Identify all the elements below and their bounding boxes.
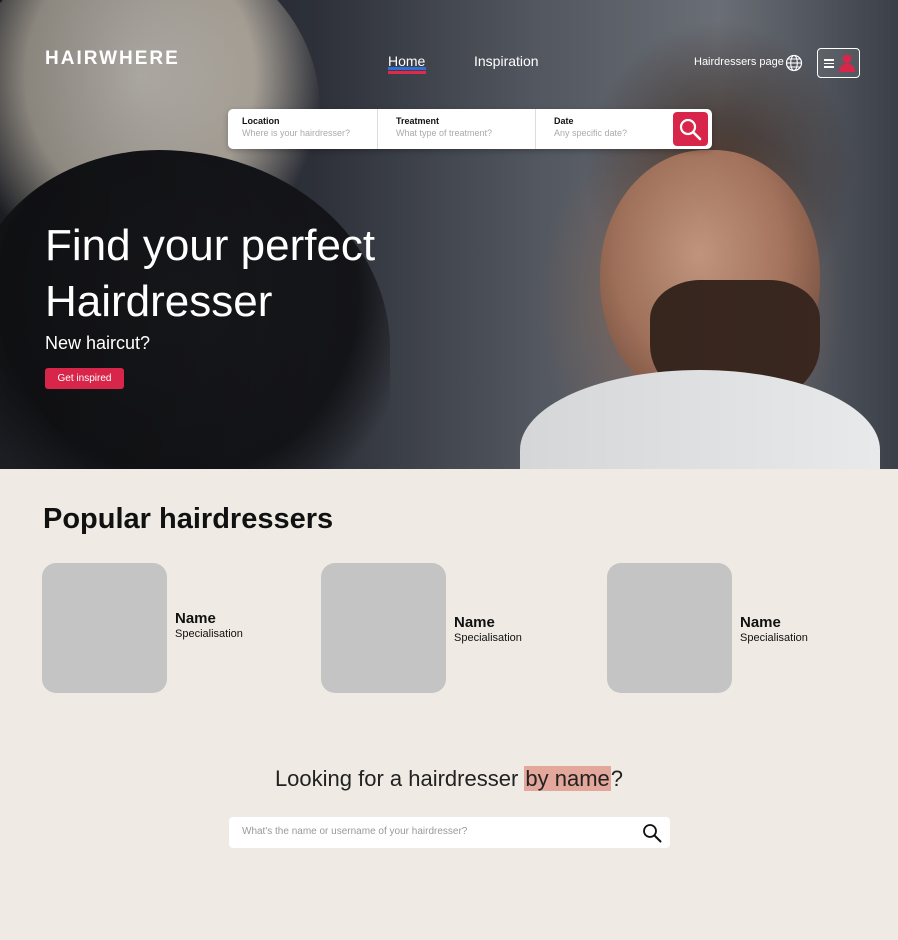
search-icon[interactable] <box>642 823 662 843</box>
name-search-placeholder: What's the name or username of your hair… <box>242 826 468 837</box>
page: HAIRWHERE Home Inspiration Hairdressers … <box>0 0 898 940</box>
nav-home-underline-red <box>388 71 426 74</box>
byname-heading: Looking for a hairdresser by name? <box>0 766 898 792</box>
hairdresser-specialisation: Specialisation <box>740 632 808 644</box>
logo[interactable]: HAIRWHERE <box>45 48 180 70</box>
hairdresser-specialisation: Specialisation <box>175 628 243 640</box>
location-label: Location <box>242 116 280 126</box>
get-inspired-button[interactable]: Get inspired <box>45 368 124 389</box>
location-placeholder: Where is your hairdresser? <box>242 128 351 138</box>
date-label: Date <box>554 116 574 126</box>
hairdresser-photo <box>607 563 732 693</box>
byname-suffix: ? <box>610 766 624 791</box>
date-field[interactable]: Date Any specific date? <box>536 109 666 149</box>
globe-icon[interactable] <box>785 54 803 72</box>
nav-inspiration[interactable]: Inspiration <box>474 53 539 69</box>
hairdresser-specialisation: Specialisation <box>454 632 522 644</box>
treatment-label: Treatment <box>396 116 440 126</box>
nav-home-underline-blue <box>388 67 426 70</box>
treatment-field[interactable]: Treatment What type of treatment? <box>378 109 536 149</box>
hairdresser-name: Name <box>175 610 216 627</box>
search-bar: Location Where is your hairdresser? Trea… <box>228 109 712 149</box>
search-icon <box>679 118 702 141</box>
treatment-placeholder: What type of treatment? <box>396 128 493 138</box>
date-placeholder: Any specific date? <box>554 128 628 138</box>
byname-highlight: by name <box>524 766 611 791</box>
name-search-input[interactable]: What's the name or username of your hair… <box>229 817 670 848</box>
menu-icon <box>824 59 834 68</box>
byname-prefix: Looking for a hairdresser <box>274 766 525 791</box>
account-menu-button[interactable] <box>817 48 860 78</box>
hairdressers-page-link[interactable]: Hairdressers page <box>694 56 784 68</box>
nav-home[interactable]: Home <box>388 53 426 74</box>
hero-section: HAIRWHERE Home Inspiration Hairdressers … <box>0 0 898 469</box>
hero-title-line2: Hairdresser <box>45 277 273 326</box>
hero-subtitle: New haircut? <box>45 333 151 353</box>
user-icon <box>839 54 855 72</box>
hairdresser-photo <box>321 563 446 693</box>
hairdresser-name: Name <box>454 614 495 631</box>
hairdresser-photo <box>42 563 167 693</box>
location-field[interactable]: Location Where is your hairdresser? <box>228 109 378 149</box>
hero-title: Find your perfect Hairdresser <box>45 218 375 330</box>
hero-title-line1: Find your perfect <box>45 221 376 270</box>
search-button[interactable] <box>673 112 708 146</box>
popular-title: Popular hairdressers <box>43 503 334 535</box>
hairdresser-name: Name <box>740 614 781 631</box>
